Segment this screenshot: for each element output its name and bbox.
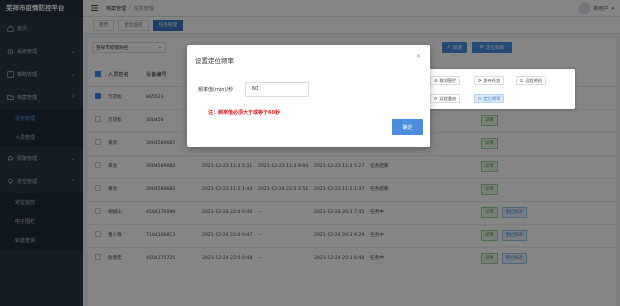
button-label: 定位频率 [483, 95, 501, 101]
refresh-icon: ⟳ [478, 78, 482, 83]
button-label: 远程重启 [439, 95, 457, 101]
publish-task-button[interactable]: ⟳ 发布任务 [474, 76, 505, 85]
cancel-icon: ⊘ [434, 78, 438, 83]
modal-title: 设置定位频率 [195, 57, 234, 65]
restart-icon: ⟳ [434, 96, 438, 101]
clock-icon: ◷ [478, 96, 482, 101]
frequency-input[interactable]: 60 [245, 82, 309, 97]
button-label: 远程关机 [525, 77, 543, 83]
button-label: 取消围栏 [439, 77, 457, 83]
confirm-button[interactable]: 确定 [392, 119, 423, 135]
frequency-label: 频率值(min)/秒 [198, 87, 234, 93]
frequency-note: 注：频率值必须大于或等于60秒 [208, 110, 280, 116]
power-icon: ⏻ [520, 78, 524, 83]
close-icon[interactable]: ✕ [416, 53, 421, 60]
cancel-fence-button[interactable]: ⊘ 取消围栏 [430, 76, 461, 85]
button-label: 发布任务 [483, 77, 501, 83]
remote-restart-button[interactable]: ⟳ 远程重启 [430, 94, 461, 103]
frequency-modal: 设置定位频率 ✕ 频率值(min)/秒 60 注：频率值必须大于或等于60秒 确… [187, 45, 430, 147]
remote-shutdown-button[interactable]: ⏻ 远程关机 [516, 76, 547, 85]
actions-popover: ⊘ 取消围栏 ⟳ 发布任务 ⏻ 远程关机 ⟳ 远程重启 ◷ 定位频率 [426, 69, 575, 109]
location-frequency-button[interactable]: ◷ 定位频率 [474, 94, 505, 103]
